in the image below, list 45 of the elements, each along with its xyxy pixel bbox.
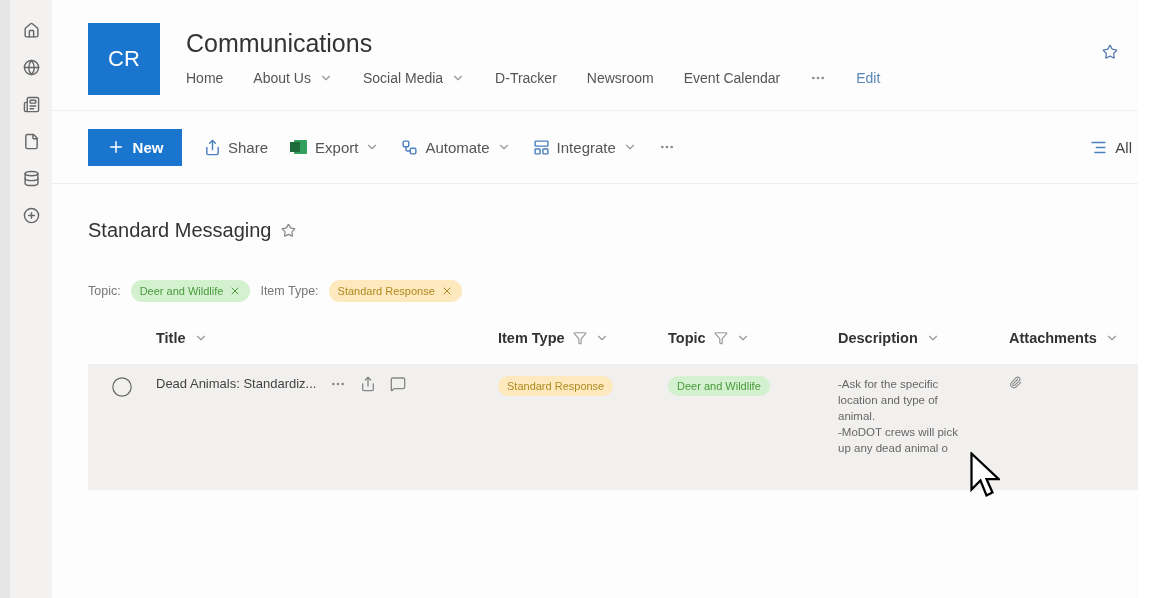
new-button[interactable]: New (88, 128, 182, 166)
database-icon[interactable] (22, 170, 40, 187)
star-icon[interactable] (1102, 44, 1118, 60)
site-logo[interactable]: CR (88, 23, 160, 95)
edit-link[interactable]: Edit (856, 70, 881, 86)
column-header[interactable]: Description (838, 312, 1009, 364)
star-icon[interactable] (281, 223, 297, 238)
column-header[interactable]: Attachments (1009, 312, 1138, 364)
globe-icon[interactable] (22, 59, 40, 76)
grid-icon (532, 138, 550, 156)
toolbar-button[interactable]: Export (290, 138, 380, 156)
table-row[interactable]: Dead Animals: Standardiz... Standard Response Deer and Wildlife -Ask for the specific location and type of animal. -MoDOT crews will pick up any dead animal o (88, 364, 1138, 490)
tag: Standard Response (498, 376, 614, 396)
paperclip-icon[interactable] (1009, 376, 1022, 389)
spreadsheet-icon (290, 139, 309, 155)
nav-link[interactable]: D-Tracker (495, 70, 557, 86)
toolbar-button[interactable]: Share (204, 138, 269, 156)
add-icon[interactable] (22, 207, 40, 224)
column-header[interactable]: Topic (668, 312, 838, 364)
nav-link[interactable]: Home (186, 70, 224, 86)
row-checkbox[interactable] (111, 376, 133, 398)
column-header[interactable]: Title (156, 312, 498, 364)
view-button[interactable]: All (1090, 138, 1138, 156)
newspaper-icon[interactable] (22, 96, 40, 113)
filter-label: Topic: (88, 284, 121, 298)
toolbar-button[interactable]: Integrate (532, 138, 637, 156)
document-icon[interactable] (22, 133, 40, 150)
tag: Deer and Wildlife (668, 376, 770, 396)
toolbar-button[interactable]: Automate (401, 138, 511, 156)
site-title: Communications (186, 29, 374, 58)
nav-link[interactable]: About Us (253, 70, 333, 86)
filter-label: Item Type: (260, 284, 319, 298)
comment-icon[interactable] (390, 376, 407, 392)
share-icon (204, 138, 221, 156)
share-icon[interactable] (360, 376, 377, 392)
description-text: -Ask for the specific location and type of animal. -MoDOT crews will pick up any dead animal o (838, 377, 959, 457)
home-icon[interactable] (22, 22, 40, 39)
nav-link[interactable]: Newsroom (586, 70, 654, 86)
list-title: Standard Messaging (88, 219, 272, 242)
table-cell: Dead Animals: Standardiz... (156, 376, 317, 391)
column-header[interactable]: Item Type (498, 312, 668, 364)
flow-icon (401, 138, 419, 156)
nav-link[interactable]: Social Media (362, 70, 466, 86)
mouse-pointer-icon (970, 452, 1000, 500)
nav-link[interactable]: Event Calendar (683, 70, 781, 86)
